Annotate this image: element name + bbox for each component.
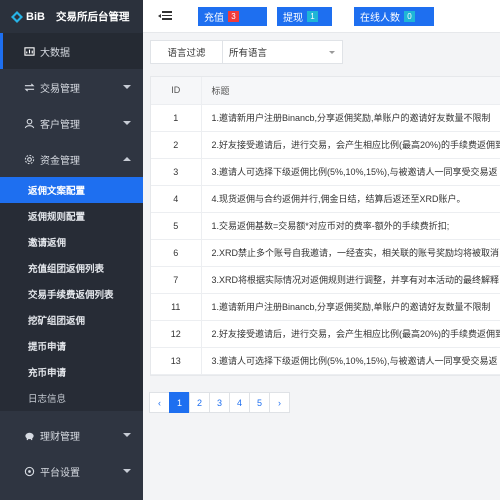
row-title: 3.XRD将根据实际情况对返佣规则进行调整，并享有对本活动的最终解释 (201, 266, 500, 294)
logo[interactable]: BiB (10, 10, 45, 24)
row-id: 1 (151, 104, 202, 132)
table-row[interactable]: 1 1.邀请新用户注册Binancb,分享返佣奖励,单账户的邀请好友数量不限制 (151, 104, 500, 132)
app-title: 交易所后台管理 (55, 11, 130, 23)
table-row[interactable]: 7 3.XRD将根据实际情况对返佣规则进行调整，并享有对本活动的最终解释 (151, 266, 500, 294)
row-id: 12 (151, 320, 202, 348)
submenu-rebate-rule-config[interactable]: 返佣规则配置 (0, 203, 143, 229)
pagination-page-4[interactable]: 4 (229, 392, 250, 413)
chevron-down-icon (123, 469, 131, 473)
sidebar-item-label: 平台设置 (40, 467, 80, 479)
row-title: 3.邀请人可选择下级返佣比例(5%,10%,15%),与被邀请人一同享受交易返 (201, 158, 500, 186)
sidebar-item-finance[interactable]: 理财管理 (0, 417, 143, 453)
submenu-deposit-request[interactable]: 充币申请 (0, 359, 143, 385)
row-id: 11 (151, 293, 202, 321)
chevron-down-icon (123, 433, 131, 437)
sidebar-item-trade[interactable]: 交易管理 (0, 69, 143, 105)
brand-bar: BiB 交易所后台管理 (0, 0, 143, 33)
sidebar-item-label: 大数据 (40, 47, 70, 59)
pagination-page-5[interactable]: 5 (249, 392, 270, 413)
language-select[interactable]: 所有语言 (223, 41, 342, 63)
chevron-down-icon (123, 85, 131, 89)
table-row[interactable]: 13 3.邀请人可选择下级返佣比例(5%,10%,15%),与被邀请人一同享受交易… (151, 347, 500, 375)
logo-mark-icon (11, 10, 23, 23)
sidebar-item-dashboard[interactable]: 大数据 (0, 33, 143, 69)
row-id: 13 (151, 347, 202, 375)
pagination-page-2[interactable]: 2 (189, 392, 210, 413)
row-title: 2.好友接受邀请后，进行交易，会产生相应比例(最高20%)的手续费返佣到 (201, 320, 500, 348)
user-icon (22, 116, 36, 130)
settings-icon (22, 152, 36, 166)
online-users-count-badge: 0 (404, 11, 415, 22)
pagination-next-button[interactable]: › (269, 392, 290, 413)
menu-toggle-icon[interactable] (158, 11, 172, 20)
table-row[interactable]: 5 1.交易返佣基数=交易额*对应币对的费率-额外的手续费折扣; (151, 212, 500, 240)
language-filter: 语言过滤 所有语言 (150, 40, 343, 64)
row-title: 1.邀请新用户注册Binancb,分享返佣奖励,单账户的邀请好友数量不限制 (201, 293, 500, 321)
table-row[interactable]: 3 3.邀请人可选择下级返佣比例(5%,10%,15%),与被邀请人一同享受交易返 (151, 158, 500, 186)
pagination-prev-button[interactable]: ‹ (149, 392, 170, 413)
dashboard-icon (22, 44, 36, 58)
withdraw-stat-label: 提现 (283, 13, 303, 24)
row-title: 2.XRD禁止多个账号自我邀请，一经查实，相关联的账号奖励均将被取消 (201, 239, 500, 267)
online-users-stat-button[interactable]: 在线人数 0 (354, 7, 434, 26)
table-row[interactable]: 12 2.好友接受邀请后，进行交易，会产生相应比例(最高20%)的手续费返佣到 (151, 320, 500, 348)
table-row[interactable]: 11 1.邀请新用户注册Binancb,分享返佣奖励,单账户的邀请好友数量不限制 (151, 293, 500, 321)
sidebar-item-platform-settings[interactable]: 平台设置 (0, 453, 143, 489)
column-header-title: 标题 (201, 77, 500, 105)
logo-text: BiB (26, 10, 45, 23)
row-id: 4 (151, 185, 202, 213)
row-title: 3.邀请人可选择下级返佣比例(5%,10%,15%),与被邀请人一同享受交易返 (201, 347, 500, 375)
sidebar-item-label: 客户管理 (40, 119, 80, 131)
pagination: ‹ 1 2 3 4 5 › (149, 392, 290, 413)
deposit-count-badge: 3 (228, 11, 239, 22)
table-row[interactable]: 6 2.XRD禁止多个账号自我邀请，一经查实，相关联的账号奖励均将被取消 (151, 239, 500, 267)
gear-icon (22, 464, 36, 478)
table-header-row: ID 标题 (151, 77, 500, 105)
submenu-trade-fee-rebate[interactable]: 交易手续费返佣列表 (0, 281, 143, 307)
funds-submenu: 返佣文案配置 返佣规则配置 邀请返佣 充值组团返佣列表 交易手续费返佣列表 挖矿… (0, 177, 143, 411)
row-title: 2.好友接受邀请后，进行交易，会产生相应比例(最高20%)的手续费返佣到 (201, 131, 500, 159)
row-id: 5 (151, 212, 202, 240)
deposit-stat-button[interactable]: 充值 3 (198, 7, 267, 26)
submenu-invite-rebate[interactable]: 邀请返佣 (0, 229, 143, 255)
chevron-down-icon (123, 121, 131, 125)
submenu-mining-group-rebate[interactable]: 挖矿组团返佣 (0, 307, 143, 333)
chevron-up-icon (123, 157, 131, 161)
sidebar-item-label: 理财管理 (40, 431, 80, 443)
row-id: 7 (151, 266, 202, 294)
row-id: 2 (151, 131, 202, 159)
exchange-icon (22, 80, 36, 94)
table-row[interactable]: 4 4.现货返佣与合约返佣并行,佣金日结，结算后返还至XRD账户。 (151, 185, 500, 213)
row-title: 4.现货返佣与合约返佣并行,佣金日结，结算后返还至XRD账户。 (201, 185, 500, 213)
rebate-copy-table: ID 标题 1 1.邀请新用户注册Binancb,分享返佣奖励,单账户的邀请好友数… (150, 76, 500, 376)
submenu-withdraw-request[interactable]: 提币申请 (0, 333, 143, 359)
row-title: 1.邀请新用户注册Binancb,分享返佣奖励,单账户的邀请好友数量不限制 (201, 104, 500, 132)
dropdown-arrow-icon (329, 51, 335, 54)
sidebar-item-customers[interactable]: 客户管理 (0, 105, 143, 141)
row-title: 1.交易返佣基数=交易额*对应币对的费率-额外的手续费折扣; (201, 212, 500, 240)
online-users-stat-label: 在线人数 (360, 13, 400, 24)
pagination-page-3[interactable]: 3 (209, 392, 230, 413)
sidebar: BiB 交易所后台管理 大数据 交易管理 客户管理 资金管理 返佣文案配置 返佣… (0, 0, 143, 500)
pagination-page-1[interactable]: 1 (169, 392, 190, 413)
row-id: 3 (151, 158, 202, 186)
language-filter-label: 语言过滤 (151, 41, 223, 63)
table-row[interactable]: 2 2.好友接受邀请后，进行交易，会产生相应比例(最高20%)的手续费返佣到 (151, 131, 500, 159)
row-id: 6 (151, 239, 202, 267)
top-bar: 充值 3 提现 1 在线人数 0 (143, 0, 500, 33)
submenu-deposit-group-rebate[interactable]: 充值组团返佣列表 (0, 255, 143, 281)
sidebar-item-label: 资金管理 (40, 155, 80, 167)
column-header-id: ID (151, 77, 202, 105)
sidebar-item-label: 交易管理 (40, 83, 80, 95)
piggy-bank-icon (22, 428, 36, 442)
withdraw-count-badge: 1 (307, 11, 318, 22)
submenu-log-info[interactable]: 日志信息 (0, 385, 143, 411)
language-select-value: 所有语言 (229, 48, 268, 59)
submenu-rebate-copy-config[interactable]: 返佣文案配置 (0, 177, 143, 203)
withdraw-stat-button[interactable]: 提现 1 (277, 7, 332, 26)
deposit-stat-label: 充值 (204, 13, 224, 24)
sidebar-item-funds[interactable]: 资金管理 (0, 141, 143, 177)
